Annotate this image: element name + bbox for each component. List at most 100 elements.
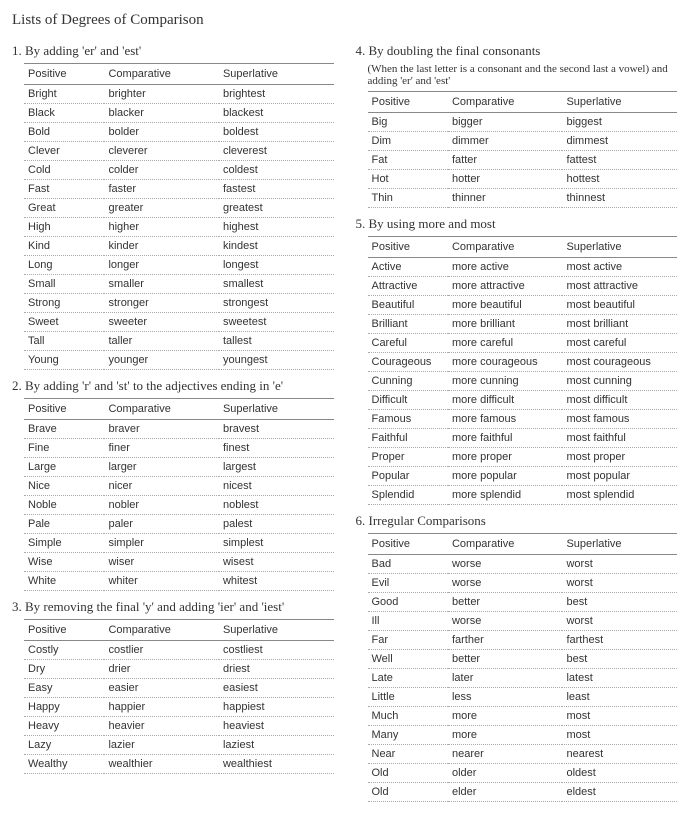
col-header-sup: Superlative: [562, 237, 677, 258]
table-cell: Wise: [24, 553, 104, 572]
section-6-table: PositiveComparativeSuperlativeBadworsewo…: [368, 533, 678, 802]
table-cell: less: [448, 688, 563, 707]
col-header-comp: Comparative: [104, 64, 219, 85]
table-row: Costlycostliercostliest: [24, 641, 334, 660]
table-cell: colder: [104, 161, 219, 180]
table-row: Longlongerlongest: [24, 256, 334, 275]
section-5-table: PositiveComparativeSuperlativeActivemore…: [368, 236, 678, 505]
table-cell: Long: [24, 256, 104, 275]
table-cell: worse: [448, 574, 563, 593]
table-row: Oldolderoldest: [368, 764, 678, 783]
table-cell: more cunning: [448, 372, 563, 391]
table-cell: worse: [448, 612, 563, 631]
section-1-table: PositiveComparativeSuperlativeBrightbrig…: [24, 63, 334, 370]
table-cell: Strong: [24, 294, 104, 313]
col-header-comp: Comparative: [448, 534, 563, 555]
col-header-sup: Superlative: [562, 92, 677, 113]
col-header-sup: Superlative: [219, 64, 334, 85]
table-cell: more: [448, 726, 563, 745]
table-cell: wealthier: [104, 755, 219, 774]
table-cell: Courageous: [368, 353, 448, 372]
table-row: Activemore activemost active: [368, 258, 678, 277]
section-4-note: (When the last letter is a consonant and…: [368, 63, 678, 87]
table-cell: more: [448, 707, 563, 726]
table-cell: Fine: [24, 439, 104, 458]
table-cell: dimmer: [448, 132, 563, 151]
table-cell: sweetest: [219, 313, 334, 332]
col-header-pos: Positive: [24, 620, 104, 641]
table-row: Lazylazierlaziest: [24, 736, 334, 755]
section-3-title: 3. By removing the final 'y' and adding …: [12, 599, 334, 615]
section-3-table: PositiveComparativeSuperlativeCostlycost…: [24, 619, 334, 774]
table-cell: finer: [104, 439, 219, 458]
table-row: Splendidmore splendidmost splendid: [368, 486, 678, 505]
table-cell: Young: [24, 351, 104, 370]
table-row: Largelargerlargest: [24, 458, 334, 477]
table-cell: sweeter: [104, 313, 219, 332]
section-4-title: 4. By doubling the final consonants: [356, 43, 678, 59]
table-cell: White: [24, 572, 104, 591]
table-cell: Lazy: [24, 736, 104, 755]
table-cell: simpler: [104, 534, 219, 553]
table-cell: most careful: [562, 334, 677, 353]
table-cell: more courageous: [448, 353, 563, 372]
table-cell: more difficult: [448, 391, 563, 410]
table-row: Bigbiggerbiggest: [368, 113, 678, 132]
table-cell: most faithful: [562, 429, 677, 448]
table-cell: worst: [562, 574, 677, 593]
section-4-table: PositiveComparativeSuperlativeBigbiggerb…: [368, 91, 678, 208]
table-row: Badworseworst: [368, 555, 678, 574]
table-cell: brighter: [104, 85, 219, 104]
table-cell: Good: [368, 593, 448, 612]
table-row: Finefinerfinest: [24, 439, 334, 458]
table-row: Noblenoblernoblest: [24, 496, 334, 515]
table-row: Latelaterlatest: [368, 669, 678, 688]
table-cell: more brilliant: [448, 315, 563, 334]
col-header-sup: Superlative: [562, 534, 677, 555]
table-row: Faithfulmore faithfulmost faithful: [368, 429, 678, 448]
table-row: Nicenicernicest: [24, 477, 334, 496]
page-columns: 1. By adding 'er' and 'est' PositiveComp…: [12, 35, 677, 802]
table-cell: Fast: [24, 180, 104, 199]
table-cell: worst: [562, 612, 677, 631]
table-cell: blackest: [219, 104, 334, 123]
table-cell: easiest: [219, 679, 334, 698]
table-cell: nobler: [104, 496, 219, 515]
table-cell: palest: [219, 515, 334, 534]
table-cell: Near: [368, 745, 448, 764]
table-cell: kindest: [219, 237, 334, 256]
table-cell: most attractive: [562, 277, 677, 296]
left-column: 1. By adding 'er' and 'est' PositiveComp…: [12, 35, 334, 802]
table-cell: more proper: [448, 448, 563, 467]
table-cell: thinner: [448, 189, 563, 208]
table-cell: wisest: [219, 553, 334, 572]
table-cell: blacker: [104, 104, 219, 123]
table-row: Oldeldereldest: [368, 783, 678, 802]
table-cell: Sweet: [24, 313, 104, 332]
table-row: Wealthywealthierwealthiest: [24, 755, 334, 774]
table-cell: greater: [104, 199, 219, 218]
section-2-table: PositiveComparativeSuperlativeBravebrave…: [24, 398, 334, 591]
table-cell: Faithful: [368, 429, 448, 448]
table-row: Simplesimplersimplest: [24, 534, 334, 553]
table-cell: happiest: [219, 698, 334, 717]
table-row: Muchmoremost: [368, 707, 678, 726]
table-row: Farfartherfarthest: [368, 631, 678, 650]
col-header-comp: Comparative: [104, 399, 219, 420]
table-cell: Great: [24, 199, 104, 218]
table-cell: driest: [219, 660, 334, 679]
table-row: Greatgreatergreatest: [24, 199, 334, 218]
table-cell: younger: [104, 351, 219, 370]
table-row: Drydrierdriest: [24, 660, 334, 679]
table-cell: Brilliant: [368, 315, 448, 334]
table-cell: Tall: [24, 332, 104, 351]
table-cell: easier: [104, 679, 219, 698]
table-row: Smallsmallersmallest: [24, 275, 334, 294]
table-cell: kinder: [104, 237, 219, 256]
table-row: Difficultmore difficultmost difficult: [368, 391, 678, 410]
section-2-title: 2. By adding 'r' and 'st' to the adjecti…: [12, 378, 334, 394]
section-1-title: 1. By adding 'er' and 'est': [12, 43, 334, 59]
table-cell: Costly: [24, 641, 104, 660]
table-cell: better: [448, 650, 563, 669]
col-header-pos: Positive: [368, 237, 448, 258]
